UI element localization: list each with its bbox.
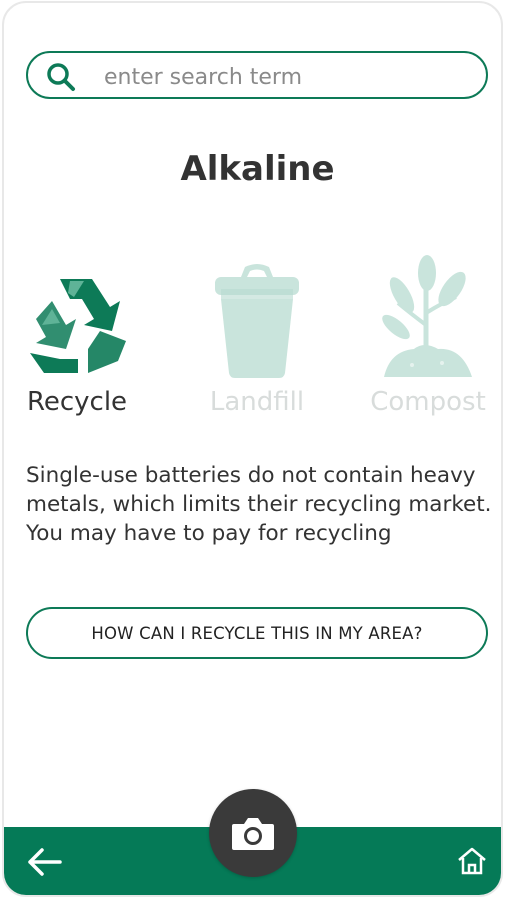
home-icon[interactable] [456, 845, 488, 877]
recycle-icon [30, 279, 126, 373]
item-description: Single-use batteries do not contain heav… [26, 463, 492, 546]
search-input[interactable] [102, 62, 466, 92]
plant-icon [382, 255, 472, 377]
recycle-locally-button[interactable]: HOW CAN I RECYCLE THIS IN MY AREA? [26, 607, 488, 659]
trash-can-icon [215, 264, 299, 378]
category-label: Compost [370, 387, 486, 417]
search-icon [47, 63, 75, 91]
item-title: Alkaline [180, 149, 335, 189]
category-label: Landfill [209, 387, 305, 417]
category-compost[interactable]: Compost [353, 255, 501, 417]
category-landfill[interactable]: Landfill [182, 261, 332, 417]
search-bar[interactable] [26, 51, 488, 99]
category-label: Recycle [26, 387, 128, 417]
arrow-left-icon[interactable] [26, 847, 62, 877]
category-recycle[interactable]: Recycle [4, 261, 152, 417]
camera-icon [232, 818, 274, 850]
phone-screen: Alkaline Recycle [2, 1, 503, 897]
camera-button[interactable] [209, 789, 297, 877]
